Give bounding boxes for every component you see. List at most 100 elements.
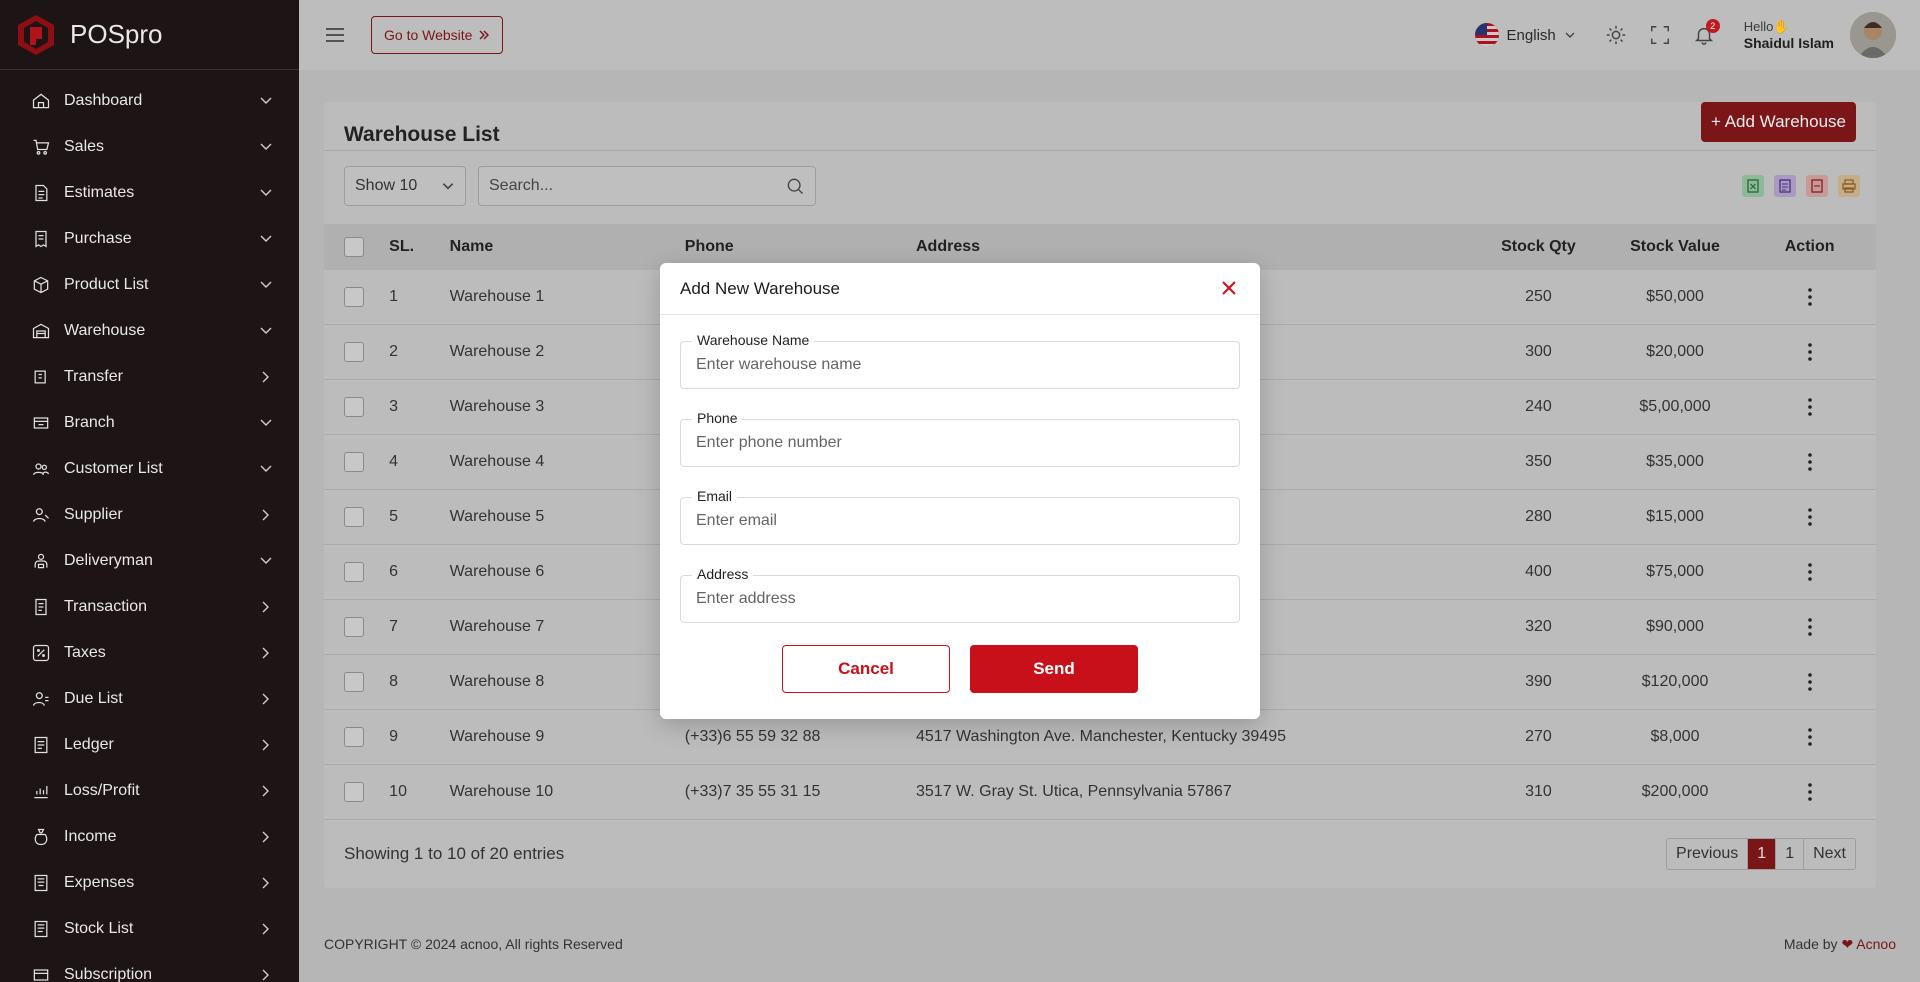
- close-icon: [1222, 281, 1236, 295]
- print-icon[interactable]: [1838, 175, 1860, 197]
- sidebar-item-branch[interactable]: Branch: [0, 400, 299, 446]
- row-checkbox[interactable]: [344, 617, 364, 637]
- notifications-button[interactable]: 2: [1692, 19, 1720, 47]
- row-checkbox[interactable]: [344, 397, 364, 417]
- avatar[interactable]: [1850, 12, 1896, 58]
- row-checkbox[interactable]: [344, 562, 364, 582]
- user-info[interactable]: Hello✋ Shaidul Islam: [1744, 19, 1834, 51]
- row-checkbox[interactable]: [344, 452, 364, 472]
- chevron-right-icon: [259, 968, 273, 982]
- next-page-button[interactable]: Next: [1804, 839, 1855, 869]
- pdf-icon[interactable]: [1806, 175, 1828, 197]
- cell-stock-value: $200,000: [1641, 783, 1709, 800]
- sidebar-item-transfer[interactable]: Transfer: [0, 354, 299, 400]
- cell-name: Warehouse 3: [449, 398, 545, 415]
- more-options-icon[interactable]: [1800, 287, 1820, 307]
- cell-stock-qty: 280: [1525, 508, 1552, 525]
- search-input[interactable]: [489, 177, 785, 195]
- previous-page-button[interactable]: Previous: [1667, 839, 1749, 869]
- theme-toggle[interactable]: [1604, 23, 1628, 47]
- sidebar-item-label: Transaction: [64, 598, 147, 615]
- more-options-icon[interactable]: [1800, 397, 1820, 417]
- show-entries-select[interactable]: Show 10: [344, 166, 466, 206]
- chevron-right-icon: [259, 370, 273, 384]
- more-options-icon[interactable]: [1800, 617, 1820, 637]
- sidebar-item-sales[interactable]: Sales: [0, 124, 299, 170]
- sidebar-item-income[interactable]: Income: [0, 814, 299, 860]
- sidebar-item-loss-profit[interactable]: Loss/Profit: [0, 768, 299, 814]
- cell-sl: 5: [389, 508, 399, 525]
- add-warehouse-button[interactable]: + Add Warehouse: [1701, 102, 1856, 142]
- sidebar-item-purchase[interactable]: Purchase: [0, 216, 299, 262]
- more-options-icon[interactable]: [1800, 727, 1820, 747]
- page-button-current[interactable]: 1: [1748, 839, 1777, 869]
- sidebar-item-subscription[interactable]: Subscription: [0, 952, 299, 982]
- sidebar-item-dashboard[interactable]: Dashboard: [0, 78, 299, 124]
- more-options-icon[interactable]: [1800, 452, 1820, 472]
- send-button[interactable]: Send: [970, 645, 1138, 693]
- row-checkbox[interactable]: [344, 507, 364, 527]
- row-checkbox[interactable]: [344, 672, 364, 692]
- sidebar-item-deliveryman[interactable]: Deliveryman: [0, 538, 299, 584]
- user-name: Shaidul Islam: [1743, 35, 1834, 51]
- chevron-right-icon: [259, 508, 273, 522]
- chevron-right-icon: [259, 646, 273, 660]
- sidebar-item-product-list[interactable]: Product List: [0, 262, 299, 308]
- select-all-checkbox[interactable]: [344, 237, 364, 257]
- document-icon: [30, 182, 52, 204]
- sidebar-item-transaction[interactable]: Transaction: [0, 584, 299, 630]
- language-selector[interactable]: English: [1474, 23, 1576, 47]
- menu-icon[interactable]: [323, 23, 347, 47]
- cell-stock-value: $35,000: [1646, 453, 1704, 470]
- more-options-icon[interactable]: [1800, 342, 1820, 362]
- csv-icon[interactable]: [1774, 175, 1796, 197]
- sidebar-item-label: Customer List: [64, 460, 163, 477]
- email-input[interactable]: [680, 497, 1240, 545]
- sidebar-item-label: Sales: [64, 138, 105, 155]
- acnoo-link[interactable]: Acnoo: [1856, 936, 1896, 952]
- warehouse-name-input[interactable]: [680, 341, 1240, 389]
- cell-sl: 6: [389, 563, 399, 580]
- go-to-website-button[interactable]: Go to Website: [371, 16, 504, 54]
- sidebar-item-warehouse[interactable]: Warehouse: [0, 308, 299, 354]
- sidebar: POSpro Dashboard Sales Estimates Purchase Pr…: [0, 0, 299, 982]
- row-checkbox[interactable]: [344, 727, 364, 747]
- more-options-icon[interactable]: [1800, 507, 1820, 527]
- sidebar-item-label: Deliveryman: [64, 552, 153, 569]
- row-checkbox[interactable]: [344, 342, 364, 362]
- phone-input[interactable]: [680, 419, 1240, 467]
- sidebar-item-supplier[interactable]: Supplier: [0, 492, 299, 538]
- fullscreen-icon: [1650, 26, 1669, 44]
- page-button[interactable]: 1: [1776, 839, 1805, 869]
- chevron-right-icon: [259, 738, 273, 752]
- row-checkbox[interactable]: [344, 782, 364, 802]
- excel-icon[interactable]: [1742, 175, 1764, 197]
- more-options-icon[interactable]: [1800, 562, 1820, 582]
- warehouse-name-label: Warehouse Name: [692, 332, 815, 348]
- more-options-icon[interactable]: [1800, 672, 1820, 692]
- row-checkbox[interactable]: [344, 287, 364, 307]
- chevron-right-icon: [259, 692, 273, 706]
- search-icon[interactable]: [785, 176, 805, 196]
- cell-phone: (+33)6 55 59 32 88: [684, 728, 821, 745]
- sidebar-item-stock-list[interactable]: Stock List: [0, 906, 299, 952]
- sidebar-item-expenses[interactable]: Expenses: [0, 860, 299, 906]
- address-input[interactable]: [680, 575, 1240, 623]
- sidebar-item-due-list[interactable]: Due List: [0, 676, 299, 722]
- sidebar-item-label: Branch: [64, 414, 115, 431]
- excel-glyph: [1747, 179, 1759, 193]
- print-glyph: [1842, 179, 1856, 193]
- sidebar-item-ledger[interactable]: Ledger: [0, 722, 299, 768]
- cancel-button[interactable]: Cancel: [782, 645, 950, 693]
- sidebar-item-customer-list[interactable]: Customer List: [0, 446, 299, 492]
- sidebar-item-estimates[interactable]: Estimates: [0, 170, 299, 216]
- sidebar-item-taxes[interactable]: Taxes: [0, 630, 299, 676]
- site-footer: COPYRIGHT © 2024 acnoo, All rights Reser…: [324, 936, 1896, 953]
- fullscreen-toggle[interactable]: [1648, 23, 1672, 47]
- cell-name: Warehouse 5: [449, 508, 545, 525]
- close-button[interactable]: [1218, 277, 1240, 299]
- brand[interactable]: POSpro: [0, 0, 299, 70]
- sidebar-item-label: Product List: [64, 276, 149, 293]
- more-options-icon[interactable]: [1800, 782, 1820, 802]
- header-stock-value: Stock Value: [1630, 238, 1720, 255]
